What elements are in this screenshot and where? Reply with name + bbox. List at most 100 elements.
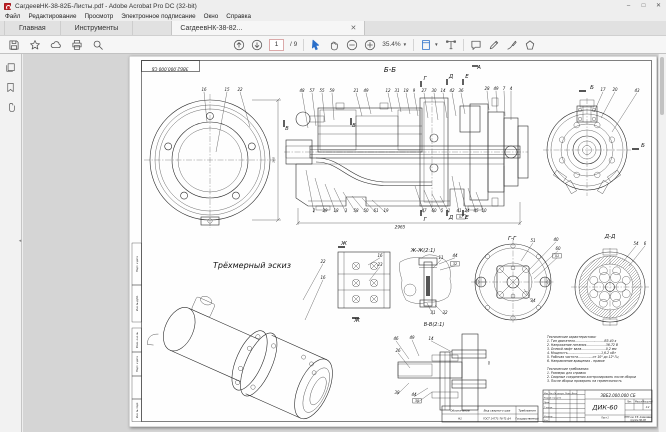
drawing-text: 22 xyxy=(237,87,243,92)
zoom-out-icon[interactable] xyxy=(346,39,358,51)
drawing-text: Взам. инв. № xyxy=(136,332,139,348)
drawing-text: В-В(2:1) xyxy=(424,322,445,328)
drawing-text: 18 xyxy=(403,88,409,93)
menu-item[interactable]: Просмотр xyxy=(84,13,113,20)
drawing-text: 24 xyxy=(464,208,470,213)
attachments-icon[interactable] xyxy=(5,102,16,113)
drawing-text: 21 xyxy=(353,88,358,93)
drawing-text: Разраб. Сагдеев xyxy=(544,397,562,400)
drawing-text: 16 xyxy=(320,275,326,280)
drawing-text: 2965 xyxy=(395,225,406,230)
drawing-text: Утв. xyxy=(544,420,549,422)
select-tool-icon[interactable] xyxy=(310,39,322,51)
document-body: ◂ xyxy=(0,54,666,432)
drawing-text: ЗВБ2.000.000 СБ xyxy=(151,67,188,72)
vertical-scrollbar[interactable] xyxy=(658,54,666,432)
drawing-text: 45 xyxy=(473,208,479,213)
menu-item[interactable]: Окно xyxy=(204,13,219,20)
drawing-text: Г-Г xyxy=(508,236,517,242)
drawing-text: Е xyxy=(465,74,469,80)
drawing-text: В xyxy=(352,123,356,129)
page-thumbnails-icon[interactable] xyxy=(5,62,16,73)
drawing-text: 16 xyxy=(201,87,207,92)
drawing-text: 18 xyxy=(333,208,339,213)
drawing-text: 60 xyxy=(431,208,437,213)
drawing-text: 23 xyxy=(377,262,383,267)
drawing-text: Лист 1 xyxy=(600,417,609,420)
cloud-share-icon[interactable] xyxy=(50,39,62,51)
menu-item[interactable]: Файл xyxy=(5,13,20,20)
drawing-text: 19 xyxy=(383,208,389,213)
drawing-text: 59 xyxy=(329,88,335,93)
drawing-text: Ж xyxy=(353,318,361,324)
hand-tool-icon[interactable] xyxy=(328,39,340,51)
drawing-text: 40 xyxy=(553,237,559,242)
drawing-text: Инв. № подл. xyxy=(136,402,139,418)
drawing-text: Масштаб xyxy=(642,401,653,404)
zoom-level-dropdown[interactable]: 35.4% ▼ xyxy=(382,41,407,48)
drawing-text: 160 xyxy=(272,157,276,163)
previous-page-icon[interactable] xyxy=(233,39,245,51)
drawing-text: 14 xyxy=(440,88,446,93)
drawing-text: Требования xyxy=(518,409,536,413)
ruler-guides-icon[interactable] xyxy=(445,39,457,51)
tab-close-icon[interactable]: ✕ xyxy=(344,24,356,32)
minimize-button[interactable]: – xyxy=(621,0,636,12)
drawing-text: 12 xyxy=(385,88,391,93)
drawing-text: Подп. и дата xyxy=(136,256,139,272)
tab-home[interactable]: Главная xyxy=(4,21,61,35)
star-favorites-icon[interactable] xyxy=(29,39,41,51)
edit-pencil-icon[interactable] xyxy=(488,39,500,51)
drawing-text: Государственный xyxy=(515,417,539,421)
close-button[interactable]: ✕ xyxy=(651,0,666,12)
bookmarks-icon[interactable] xyxy=(5,82,16,93)
page-number-input[interactable]: 1 xyxy=(269,39,284,51)
maximize-button[interactable]: □ xyxy=(636,0,651,12)
drawing-text: 3. После сборки проверить на герметичнос… xyxy=(547,379,622,383)
drawing-text: 17 xyxy=(600,87,606,92)
drawing-text: 38 xyxy=(394,390,400,395)
scrollbar-thumb[interactable] xyxy=(660,57,664,115)
drawing-text: 20 xyxy=(612,87,618,92)
tab-tools[interactable]: Инструменты xyxy=(61,21,134,35)
tab-bar: Главная Инструменты СагдеевНК-38-82... ✕ xyxy=(0,21,666,36)
drawing-text: Б xyxy=(590,85,594,91)
drawing-text: Пров. xyxy=(544,402,550,404)
stamp-tools-icon[interactable] xyxy=(524,39,536,51)
drawing-text: 47 xyxy=(421,208,427,213)
search-icon[interactable] xyxy=(92,39,104,51)
acrobat-window: СагдеевНК-38-82Б-Листы.pdf - Adobe Acrob… xyxy=(0,0,666,432)
print-icon[interactable] xyxy=(71,39,83,51)
menu-item[interactable]: Редактирование xyxy=(28,13,76,20)
save-icon[interactable] xyxy=(8,39,20,51)
drawing-text: 44 xyxy=(452,253,458,258)
zoom-in-icon[interactable] xyxy=(364,39,376,51)
menu-item[interactable]: Электронное подписание xyxy=(121,13,195,20)
drawing-text: 48 xyxy=(299,88,305,93)
drawing-text: 3 xyxy=(345,208,348,213)
drawing-text: В xyxy=(285,126,289,132)
document-canvas[interactable]: ЗВБ2.000.000 СББ-БГДЕАГДЕВВ1615221604857… xyxy=(23,54,666,432)
menu-item[interactable]: Справка xyxy=(226,13,251,20)
drawing-text: Ж-Ж(2:1) xyxy=(410,248,436,254)
next-page-icon[interactable] xyxy=(251,39,263,51)
drawing-text: 9 xyxy=(413,88,416,93)
drawing-text: 50 xyxy=(487,361,491,365)
tab-document[interactable]: СагдеевНК-38-82... ✕ xyxy=(171,21,365,35)
drawing-text: 61 xyxy=(373,208,378,213)
page-display-dropdown[interactable]: ▼ xyxy=(420,39,438,51)
page-count-label: / 9 xyxy=(290,41,297,48)
fill-sign-icon[interactable] xyxy=(506,39,518,51)
drawing-text: 32 xyxy=(442,310,448,315)
comment-icon[interactable] xyxy=(470,39,482,51)
drawing-text: 31 xyxy=(394,88,399,93)
drawing-text: 51 xyxy=(530,238,535,243)
drawing-text: Д xyxy=(448,74,454,80)
toolbar: 1 / 9 35.4% ▼ ▼ xyxy=(0,36,666,54)
engineering-drawing: ЗВБ2.000.000 СББ-БГДЕАГДЕВВ1615221604857… xyxy=(129,56,657,427)
drawing-text: 49 xyxy=(409,335,415,340)
drawing-text: 30 xyxy=(415,399,419,403)
drawing-text: 46 xyxy=(393,336,399,341)
drawing-text: 4 xyxy=(510,86,513,91)
drawing-text: группа НК-38 xyxy=(630,419,646,422)
